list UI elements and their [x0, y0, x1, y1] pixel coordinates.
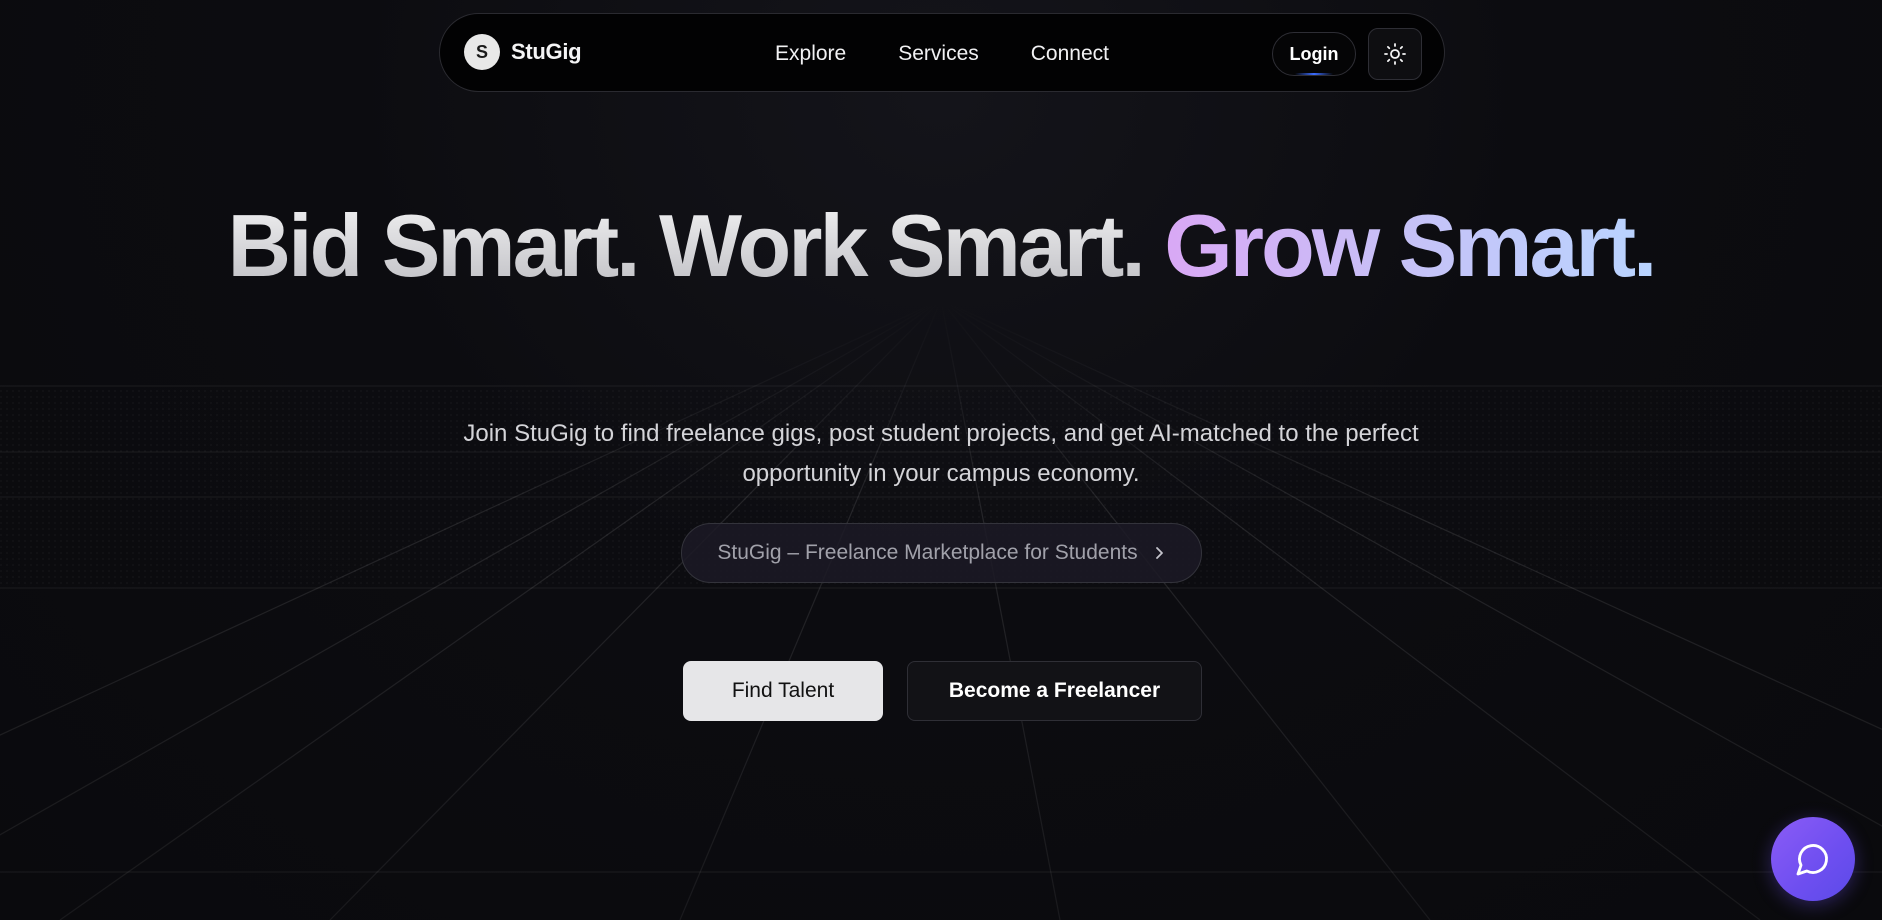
- become-freelancer-button[interactable]: Become a Freelancer: [907, 661, 1202, 721]
- find-talent-button[interactable]: Find Talent: [683, 661, 883, 721]
- announcement-pill[interactable]: StuGig – Freelance Marketplace for Stude…: [681, 523, 1202, 583]
- nav-link-explore[interactable]: Explore: [775, 42, 846, 66]
- nav-link-connect[interactable]: Connect: [1031, 42, 1109, 66]
- navbar: S StuGig Explore Services Connect Login: [439, 13, 1445, 92]
- brand-name: StuGig: [511, 39, 582, 64]
- chevron-right-icon: [1152, 546, 1166, 560]
- chat-button[interactable]: [1771, 817, 1855, 901]
- hero-headline: Bid Smart. Work Smart. Grow Smart.: [0, 200, 1882, 292]
- headline-plain-text: Bid Smart. Work Smart.: [227, 196, 1165, 295]
- theme-toggle-button[interactable]: [1368, 28, 1422, 80]
- hero-subtext: Join StuGig to find freelance gigs, post…: [441, 414, 1441, 494]
- brand-logo-link[interactable]: S StuGig: [464, 34, 582, 70]
- announcement-pill-label: StuGig – Freelance Marketplace for Stude…: [717, 541, 1138, 564]
- nav-link-services[interactable]: Services: [898, 42, 979, 66]
- chat-bubble-icon: [1796, 844, 1828, 876]
- hero-subtext-line2: opportunity in your campus economy.: [742, 460, 1140, 487]
- headline-accent-text: Grow Smart.: [1164, 196, 1657, 295]
- page: S StuGig Explore Services Connect Login: [0, 0, 1882, 920]
- login-button[interactable]: Login: [1272, 32, 1356, 76]
- hero-subtext-line1: Join StuGig to find freelance gigs, post…: [463, 420, 1419, 447]
- brand-logo-icon: S: [464, 34, 500, 70]
- sun-icon: [1384, 43, 1406, 65]
